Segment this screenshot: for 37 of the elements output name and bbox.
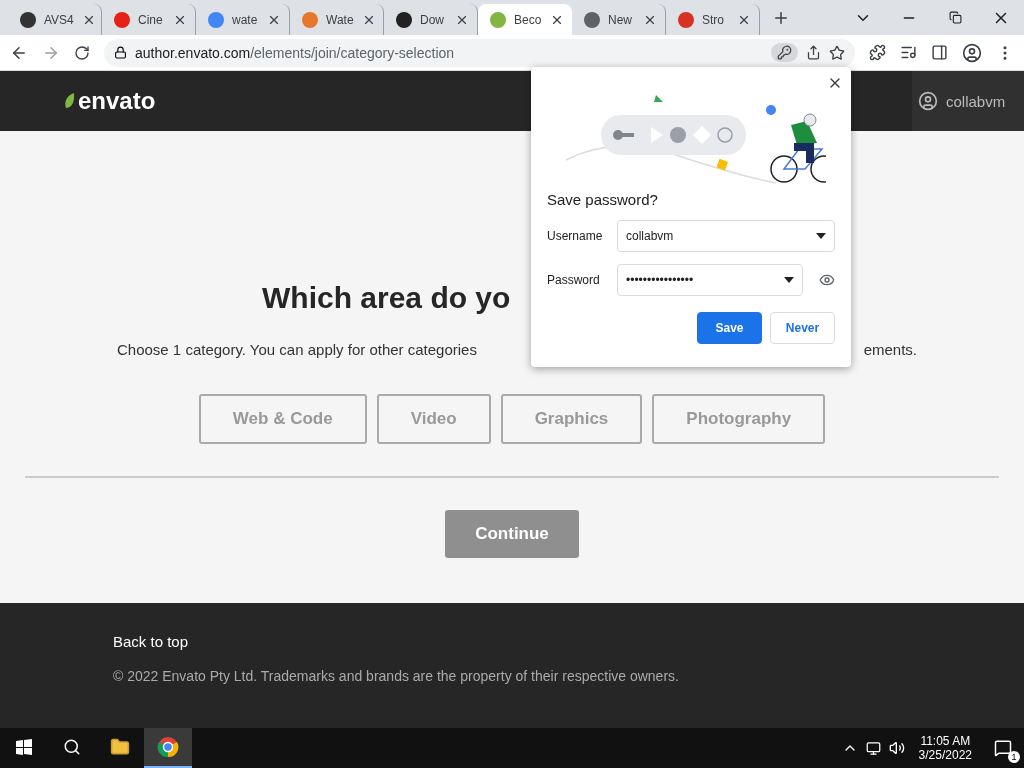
back-to-top-link[interactable]: Back to top bbox=[113, 633, 911, 650]
browser-tab[interactable]: Beco bbox=[478, 4, 572, 35]
star-icon[interactable] bbox=[829, 44, 845, 61]
clock-time[interactable]: 11:05 AM bbox=[920, 734, 971, 748]
side-panel-icon[interactable] bbox=[931, 44, 948, 61]
field-label: Password bbox=[547, 273, 601, 287]
dropdown-caret-icon[interactable] bbox=[784, 277, 794, 283]
reload-icon[interactable] bbox=[74, 44, 90, 61]
never-button[interactable]: Never bbox=[770, 312, 835, 344]
address-bar[interactable]: author.envato.com/elements/join/category-selection bbox=[104, 38, 855, 67]
logo-text[interactable]: envato bbox=[78, 87, 156, 115]
volume-icon[interactable] bbox=[888, 740, 905, 756]
page-heading: Which area do yo bbox=[261, 281, 511, 315]
key-icon[interactable] bbox=[771, 43, 798, 62]
notifications-icon[interactable] bbox=[994, 739, 1012, 757]
network-icon[interactable] bbox=[865, 740, 881, 756]
browser-icon[interactable] bbox=[144, 728, 192, 768]
password-field[interactable]: •••••••••••••••• bbox=[617, 264, 803, 296]
leaf-icon bbox=[64, 93, 76, 109]
copyright-text: © 2022 Envato Pty Ltd. Trademarks and brands are the property of their respective owners. bbox=[113, 668, 680, 684]
extensions-icon[interactable] bbox=[869, 44, 886, 61]
save-button[interactable]: Save bbox=[697, 312, 762, 344]
dropdown-caret-icon[interactable] bbox=[816, 233, 826, 239]
instruction-text: Choose 1 category. You can apply for other categories bbox=[117, 341, 477, 358]
dialog-title: Save password? bbox=[547, 191, 659, 208]
eye-icon[interactable] bbox=[819, 272, 835, 288]
user-icon bbox=[918, 91, 938, 111]
clock-date[interactable]: 3/25/2022 bbox=[918, 748, 972, 762]
field-label: Username bbox=[547, 229, 604, 243]
instruction-text: ements. bbox=[863, 341, 917, 358]
username-text[interactable]: collabvm bbox=[946, 92, 1006, 110]
notification-count: 1 bbox=[1008, 751, 1020, 763]
share-icon[interactable] bbox=[806, 45, 821, 60]
profile-icon[interactable] bbox=[962, 42, 982, 63]
lock-icon bbox=[114, 46, 127, 59]
media-icon[interactable] bbox=[900, 44, 917, 61]
username-field[interactable]: collabvm bbox=[617, 220, 835, 252]
